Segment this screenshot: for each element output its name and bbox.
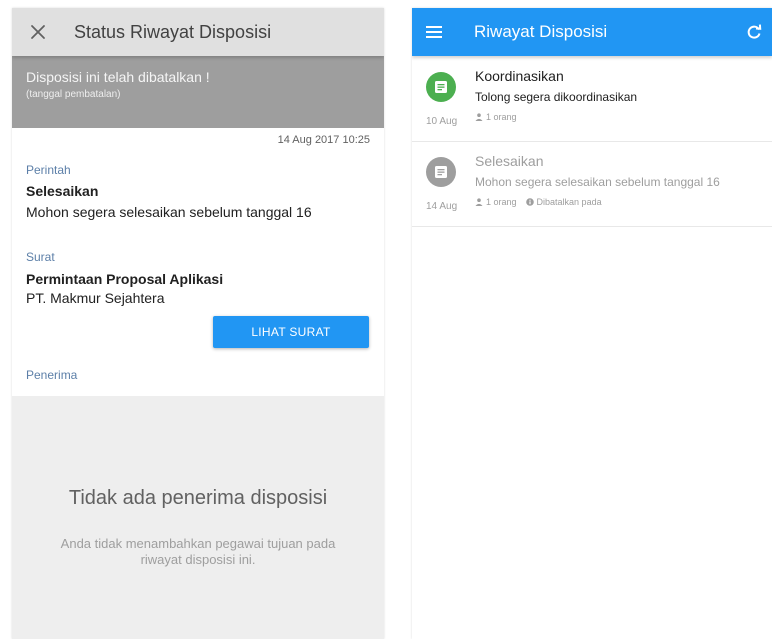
item-message: Tolong segera dikoordinasikan (475, 90, 638, 104)
refresh-button[interactable] (736, 8, 772, 56)
menu-icon (426, 26, 442, 38)
status-avatar (426, 72, 456, 102)
disposition-item[interactable]: 10 Aug Koordinasikan Tolong segera dikoo… (412, 58, 772, 142)
disposition-item[interactable]: 14 Aug Selesaikan Mohon segera selesaika… (412, 143, 772, 227)
recipient-count: 1 orang (486, 112, 517, 122)
empty-state-description: Anda tidak menambahkan pegawai tujuan pa… (60, 536, 336, 567)
disposition-history-screen: Riwayat Disposisi 10 Aug Koordinasikan T… (412, 8, 772, 639)
item-date: 14 Aug (426, 201, 458, 212)
history-app-bar: Riwayat Disposisi (412, 8, 772, 56)
close-button[interactable] (14, 8, 62, 56)
surat-label: Surat (26, 250, 55, 264)
item-message: Mohon segera selesaikan sebelum tanggal … (475, 175, 720, 189)
perintah-detail: Mohon segera selesaikan sebelum tanggal … (26, 204, 312, 220)
cancelled-status: Dibatalkan pada (536, 197, 602, 207)
surat-company: PT. Makmur Sejahtera (26, 290, 165, 306)
refresh-icon (747, 24, 762, 39)
item-title: Selesaikan (475, 153, 544, 169)
person-icon (475, 198, 483, 206)
penerima-label: Penerima (26, 368, 78, 382)
person-icon (475, 113, 483, 121)
cancelled-message: Disposisi ini telah dibatalkan ! (26, 69, 210, 85)
status-avatar (426, 157, 456, 187)
lihat-surat-button[interactable]: LIHAT SURAT (213, 316, 369, 348)
document-icon (435, 166, 447, 178)
cancel-date-label: (tanggal pembatalan) (26, 89, 121, 100)
empty-state-title: Tidak ada penerima disposisi (68, 487, 328, 509)
item-title: Koordinasikan (475, 68, 564, 84)
item-meta: 1 orang (475, 112, 517, 122)
empty-recipients-panel: Tidak ada penerima disposisi Anda tidak … (12, 396, 384, 639)
close-icon (31, 25, 45, 39)
detail-app-bar: Status Riwayat Disposisi (12, 8, 384, 56)
disposition-detail-screen: Status Riwayat Disposisi Disposisi ini t… (12, 8, 384, 639)
page-title: Riwayat Disposisi (474, 22, 608, 41)
surat-title: Permintaan Proposal Aplikasi (26, 271, 224, 287)
document-icon (435, 81, 447, 93)
cancelled-banner: Disposisi ini telah dibatalkan ! (tangga… (12, 56, 384, 128)
perintah-title: Selesaikan (26, 183, 99, 199)
recipient-count: 1 orang (486, 197, 517, 207)
menu-button[interactable] (412, 8, 456, 56)
disposition-timestamp: 14 Aug 2017 10:25 (277, 134, 370, 146)
item-date: 10 Aug (426, 116, 458, 127)
perintah-label: Perintah (26, 163, 71, 177)
item-meta: 1 orang Dibatalkan pada (475, 197, 602, 207)
page-title: Status Riwayat Disposisi (74, 21, 272, 42)
info-icon (525, 198, 534, 206)
